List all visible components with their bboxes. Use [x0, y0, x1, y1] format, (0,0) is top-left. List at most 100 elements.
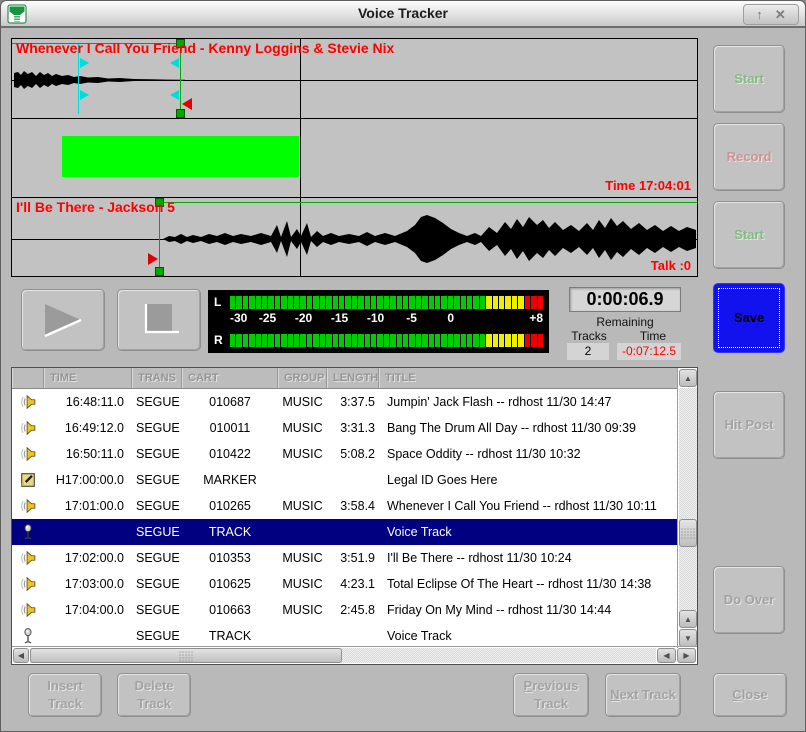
remaining-tracks-label: Tracks — [561, 329, 617, 343]
close-window-icon[interactable]: ✕ — [775, 8, 786, 21]
elapsed-time-display: 0:00:06.9 — [569, 287, 681, 312]
speaker-icon — [12, 394, 44, 410]
remaining-time-label: Time — [625, 329, 681, 343]
cell-cart: 010422 — [182, 447, 278, 461]
window-title: Voice Tracker — [1, 5, 805, 21]
scroll-up-button-2[interactable]: ▲ — [679, 610, 697, 628]
scroll-up-button[interactable]: ▲ — [679, 369, 697, 387]
scroll-down-button[interactable]: ▼ — [679, 629, 697, 647]
vu-scale: -30 -25 -20 -15 -10 -5 0 +8 — [230, 311, 543, 328]
wall-time-label: Time 17:04:01 — [605, 178, 691, 193]
vertical-scrollbar[interactable]: ▲ ▲ ▼ — [677, 368, 697, 648]
log-row[interactable]: H17:00:00.0SEGUEMARKERLegal ID Goes Here — [12, 467, 677, 493]
scroll-right-button[interactable]: ▶ — [677, 648, 696, 663]
cell-length: 3:31.3 — [327, 421, 379, 435]
header-time[interactable]: TIME — [44, 368, 132, 388]
next-track-button[interactable]: Next Track — [605, 673, 681, 717]
header-title[interactable]: TITLE — [379, 368, 677, 388]
cell-trans: SEGUE — [132, 421, 182, 435]
header-trans[interactable]: TRANS — [132, 368, 182, 388]
cell-length: 5:08.2 — [327, 447, 379, 461]
cell-time: 16:50:11.0 — [44, 447, 132, 461]
cell-cart: 010353 — [182, 551, 278, 565]
cell-trans: SEGUE — [132, 395, 182, 409]
cell-trans: SEGUE — [132, 577, 182, 591]
header-group[interactable]: GROUP — [278, 368, 327, 388]
fade-marker-icon[interactable] — [170, 58, 179, 68]
start-track1-button[interactable]: Start — [713, 45, 785, 113]
insert-track-button[interactable]: Insert Track — [28, 673, 102, 717]
cell-title: Total Eclipse Of The Heart -- rdhost 11/… — [379, 577, 677, 591]
cell-time: 16:49:12.0 — [44, 421, 132, 435]
log-row[interactable]: 16:50:11.0SEGUE010422MUSIC5:08.2Space Od… — [12, 441, 677, 467]
cell-title: Whenever I Call You Friend -- rdhost 11/… — [379, 499, 677, 513]
cell-title: Voice Track — [379, 525, 677, 539]
hscroll-thumb[interactable] — [30, 648, 342, 663]
scroll-left-button-2[interactable]: ◀ — [657, 648, 676, 663]
cell-trans: SEGUE — [132, 447, 182, 461]
scroll-left-button[interactable]: ◀ — [13, 648, 29, 663]
log-row[interactable]: 16:49:12.0SEGUE010011MUSIC3:31.3Bang The… — [12, 415, 677, 441]
segue-handle-icon[interactable] — [155, 267, 164, 276]
track1-title: Whenever I Call You Friend - Kenny Loggi… — [16, 40, 394, 56]
speaker-icon — [12, 576, 44, 592]
arrow-up-icon: ▲ — [684, 615, 692, 624]
track1-waveform — [14, 60, 186, 100]
log-row[interactable]: SEGUETRACKVoice Track — [12, 623, 677, 648]
log-row[interactable]: SEGUETRACK Voice Track — [12, 519, 677, 545]
arrow-left-icon: ◀ — [663, 651, 669, 660]
fade-marker-icon[interactable] — [80, 90, 89, 100]
stop-button[interactable] — [117, 289, 201, 351]
vscroll-thumb[interactable] — [679, 519, 697, 547]
vu-tick: -5 — [406, 311, 417, 325]
segue-handle-icon[interactable] — [176, 109, 185, 118]
record-button[interactable]: Record — [713, 123, 785, 191]
cell-trans: SEGUE — [132, 525, 182, 539]
delete-track-button[interactable]: Delete Track — [117, 673, 191, 717]
titlebar: Voice Tracker ↑ ✕ — [1, 1, 805, 28]
header-length[interactable]: LENGTH — [327, 368, 379, 388]
vu-tick: 0 — [447, 311, 454, 325]
log-row[interactable]: 17:03:00.0SEGUE010625MUSIC4:23.1Total Ec… — [12, 571, 677, 597]
log-row[interactable]: 17:02:00.0SEGUE010353MUSIC3:51.9I'll Be … — [12, 545, 677, 571]
cell-length: 2:45.8 — [327, 603, 379, 617]
play-icon — [39, 301, 87, 339]
vu-meter: L -30 -25 -20 -15 -10 -5 0 +8 R — [208, 290, 549, 353]
remaining-tracks-value: 2 — [567, 343, 609, 360]
start-track3-button[interactable]: Start — [713, 201, 785, 269]
cell-title: Legal ID Goes Here — [379, 473, 677, 487]
remaining-label: Remaining — [559, 315, 691, 329]
start-marker-icon[interactable] — [182, 98, 192, 110]
save-button[interactable]: Save — [713, 283, 785, 353]
do-over-button[interactable]: Do Over — [713, 566, 785, 634]
log-row[interactable]: 17:01:00.0SEGUE010265MUSIC3:58.4Whenever… — [12, 493, 677, 519]
remaining-time-value: -0:07:12.5 — [617, 343, 681, 360]
hit-post-button[interactable]: Hit Post — [713, 391, 785, 459]
cell-cart: 010011 — [182, 421, 278, 435]
log-viewport: 16:48:11.0SEGUE010687MUSIC3:37.5Jumpin' … — [12, 389, 677, 648]
waveform-panel[interactable]: Whenever I Call You Friend - Kenny Loggi… — [11, 38, 698, 277]
marker-icon — [12, 472, 44, 488]
fade-marker-icon[interactable] — [80, 58, 89, 68]
header-cart[interactable]: CART — [182, 368, 278, 388]
cell-length: 3:51.9 — [327, 551, 379, 565]
fade-marker-icon[interactable] — [170, 90, 179, 100]
cell-cart: TRACK — [182, 525, 278, 539]
previous-track-button[interactable]: Previous Track — [513, 673, 589, 717]
cell-trans: SEGUE — [132, 473, 182, 487]
log-row[interactable]: 17:04:00.0SEGUE010663MUSIC2:45.8Friday O… — [12, 597, 677, 623]
play-button[interactable] — [21, 289, 105, 351]
horizontal-scrollbar[interactable]: ◀ ◀ ▶ — [12, 646, 697, 664]
arrow-up-icon: ▲ — [684, 374, 692, 383]
vscroll-track[interactable] — [679, 388, 697, 610]
cell-group: MUSIC — [278, 551, 327, 565]
cell-time: 17:03:00.0 — [44, 577, 132, 591]
start-marker-icon[interactable] — [148, 253, 158, 265]
close-button[interactable]: Close — [713, 673, 787, 717]
cell-time: H17:00:00.0 — [44, 473, 132, 487]
header-icon-col[interactable] — [12, 368, 44, 388]
log-row[interactable]: 16:48:11.0SEGUE010687MUSIC3:37.5Jumpin' … — [12, 389, 677, 415]
voice-track-region[interactable] — [62, 136, 299, 177]
shade-window-icon[interactable]: ↑ — [756, 8, 763, 21]
cell-title: Friday On My Mind -- rdhost 11/30 14:44 — [379, 603, 677, 617]
